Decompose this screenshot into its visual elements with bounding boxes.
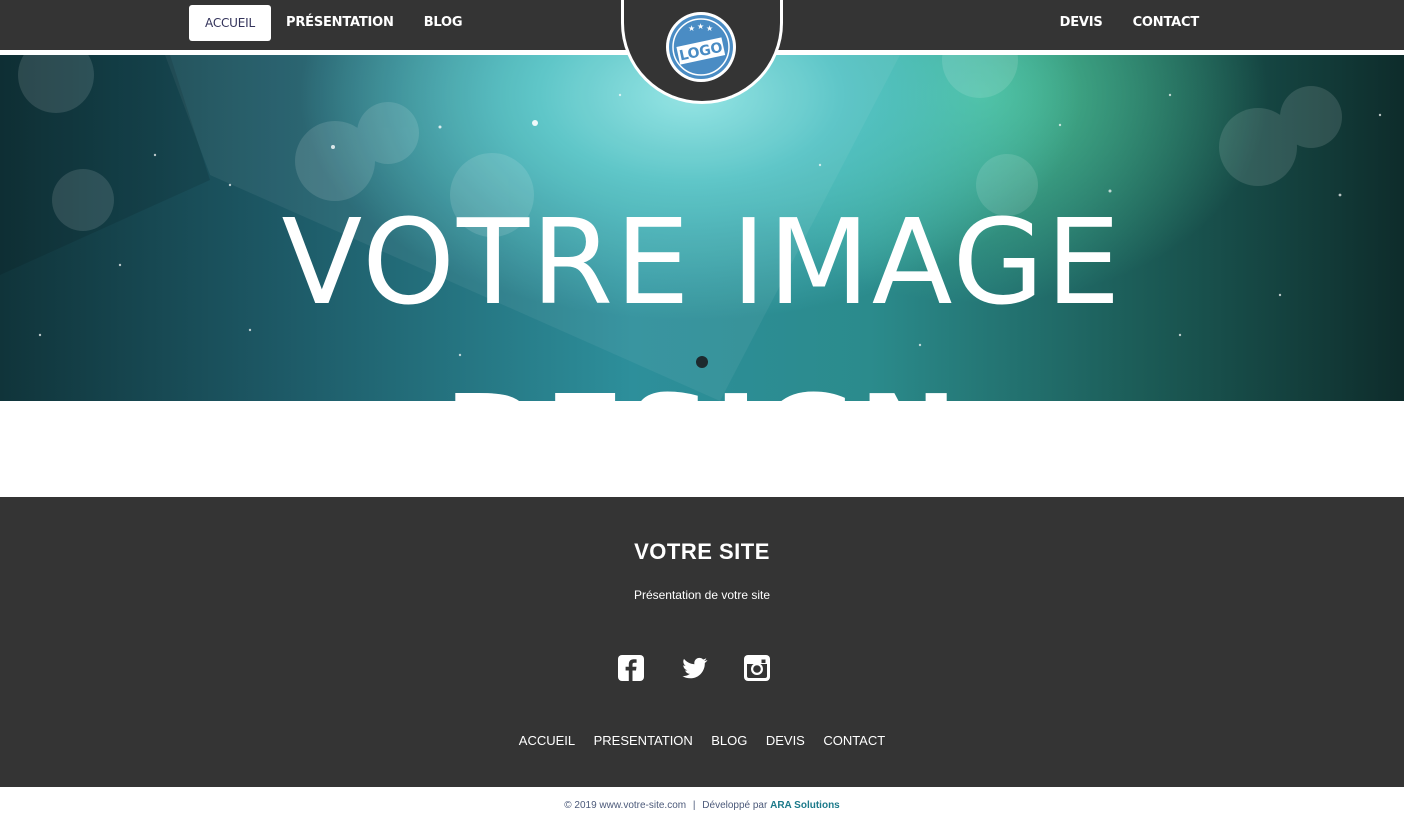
- nav-blog[interactable]: BLOG: [409, 5, 478, 41]
- footer-title: VOTRE SITE: [634, 539, 770, 564]
- site-footer: VOTRE SITE Présentation de votre site AC…: [0, 497, 1404, 787]
- nav-devis[interactable]: DEVIS: [1045, 5, 1118, 41]
- credit-link[interactable]: ARA Solutions: [770, 800, 840, 811]
- footer-link-devis[interactable]: DEVIS: [766, 733, 805, 748]
- footer-link-presentation[interactable]: PRESENTATION: [594, 733, 693, 748]
- copyright-separator: |: [692, 800, 696, 811]
- credit-prefix: Développé par: [702, 800, 768, 811]
- hero-title: VOTRE IMAGE: [281, 193, 1123, 331]
- footer-link-contact[interactable]: CONTACT: [823, 733, 885, 748]
- facebook-icon[interactable]: [618, 655, 644, 681]
- twitter-icon[interactable]: [682, 655, 708, 681]
- nav-presentation[interactable]: PRÉSENTATION: [271, 5, 409, 41]
- footer-link-blog[interactable]: BLOG: [711, 733, 747, 748]
- footer-navigation: ACCUEIL PRESENTATION BLOG DEVIS CONTACT: [0, 732, 1404, 750]
- hero-subword: DESIGN: [0, 373, 1404, 401]
- primary-nav-left: ACCUEIL PRÉSENTATION BLOG: [189, 5, 477, 41]
- svg-text:★: ★: [706, 24, 713, 33]
- slider-dot[interactable]: [696, 356, 708, 368]
- logo-badge[interactable]: ★ ★ ★ LOGO: [664, 10, 738, 84]
- svg-text:★: ★: [697, 22, 704, 31]
- nav-accueil[interactable]: ACCUEIL: [189, 5, 271, 41]
- instagram-icon[interactable]: [744, 655, 770, 681]
- footer-description: Présentation de votre site: [633, 588, 771, 602]
- svg-text:★: ★: [688, 24, 695, 33]
- copyright-text: © 2019 www.votre-site.com: [564, 800, 687, 811]
- primary-nav-right: DEVIS CONTACT: [1045, 5, 1214, 41]
- footer-link-accueil[interactable]: ACCUEIL: [519, 733, 575, 748]
- copyright-bar: © 2019 www.votre-site.com | Développé pa…: [0, 800, 1404, 811]
- hero-banner: VOTRE IMAGE DESIGN: [0, 55, 1404, 401]
- nav-contact[interactable]: CONTACT: [1118, 5, 1214, 41]
